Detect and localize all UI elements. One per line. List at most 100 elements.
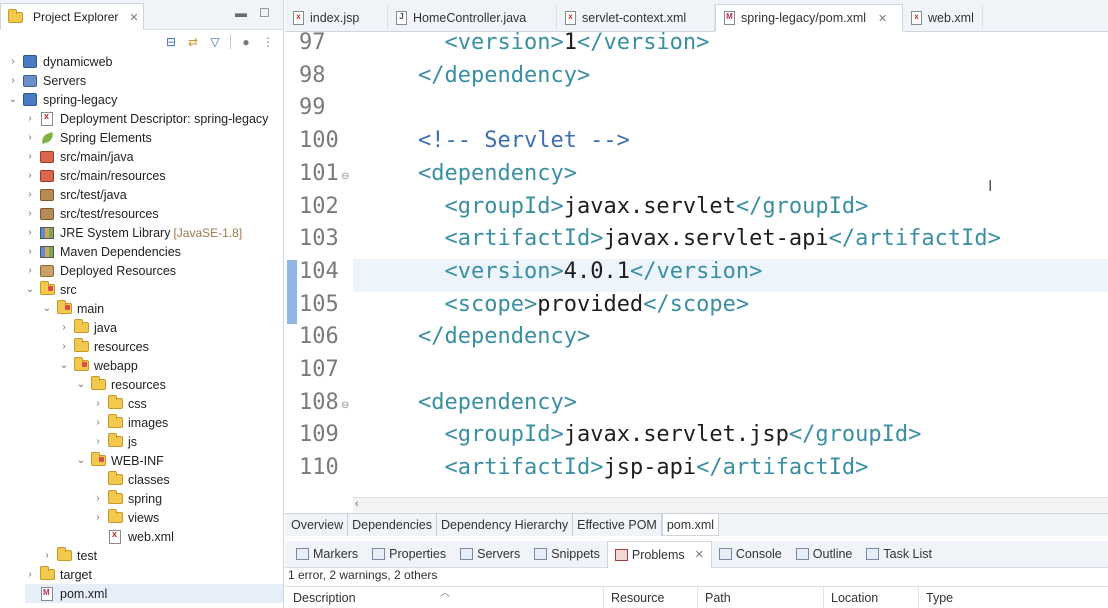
pom-editor-tab[interactable]: Effective POM [573,514,662,536]
tree-item[interactable]: › css [93,394,283,413]
chevron-down-icon[interactable]: ⌄ [76,455,86,466]
bottom-tab[interactable]: Console [712,541,789,568]
chevron-down-icon[interactable]: ⌄ [8,94,18,105]
pom-editor-tab[interactable]: Overview [287,514,349,536]
tree-item[interactable]: ⌄ webapp [59,356,283,375]
chevron-down-icon[interactable]: ⌄ [25,284,35,295]
scroll-left-icon[interactable]: ‹ [355,498,359,510]
column-header[interactable]: Description [293,591,356,605]
pom-editor-tab[interactable]: Dependency Hierarchy [437,514,574,536]
tree-item[interactable]: › src/main/java [25,147,283,166]
tree-item[interactable]: › dynamicweb [8,52,283,71]
column-header[interactable]: Resource [611,591,665,605]
chevron-down-icon[interactable]: ⌄ [42,303,52,314]
tree-item[interactable]: › js [93,432,283,451]
link-with-editor-icon[interactable]: ⇄ [186,35,200,49]
editor-tab[interactable]: J HomeController.java [388,4,557,32]
fold-toggle-icon[interactable]: ⊖ [341,400,349,411]
tree-item[interactable]: ⌄ spring-legacy [8,90,283,109]
chevron-right-icon[interactable]: › [25,208,35,219]
project-explorer-tab[interactable]: Project Explorer ✕ [0,3,144,30]
editor-tab[interactable]: x index.jsp [285,4,388,32]
tree-item[interactable]: › src/main/resources [25,166,283,185]
chevron-right-icon[interactable]: › [25,227,35,238]
tree-item[interactable]: ⌄ main [42,299,283,318]
tree-item[interactable]: › views [93,508,283,527]
tree-item[interactable]: › Servers [8,71,283,90]
chevron-right-icon[interactable]: › [25,569,35,580]
column-header[interactable]: Path [705,591,731,605]
chevron-right-icon[interactable]: › [93,417,103,428]
tree-item[interactable]: pom.xml [25,584,283,603]
tree-item[interactable]: › target [25,565,283,584]
close-icon[interactable]: ✕ [878,12,887,25]
pom-editor-tab[interactable]: pom.xml [661,514,720,536]
chevron-right-icon[interactable]: › [93,398,103,409]
chevron-right-icon[interactable]: › [25,151,35,162]
chevron-right-icon[interactable]: › [25,132,35,143]
chevron-right-icon[interactable]: › [25,189,35,200]
chevron-right-icon[interactable]: › [8,56,18,67]
tree-item[interactable]: › src/test/resources [25,204,283,223]
minimize-icon[interactable]: ▬ [235,6,247,20]
chevron-right-icon[interactable]: › [25,170,35,181]
folder-icon [73,319,89,335]
maximize-icon[interactable]: ☐ [259,6,270,20]
tree-item-label: src [60,282,77,297]
tree-item[interactable]: ⌄ src [25,280,283,299]
tree-item[interactable]: ⌄ resources [76,375,283,394]
chevron-right-icon[interactable]: › [25,246,35,257]
xml-file-icon: x [911,11,922,25]
focus-icon[interactable]: ● [239,35,253,49]
column-divider [603,587,604,608]
column-header[interactable]: Location [831,591,878,605]
filter-icon[interactable]: ▽ [208,35,222,49]
pom-editor-tab[interactable]: Dependencies [348,514,438,536]
tree-item[interactable]: › Maven Dependencies [25,242,283,261]
tree-item[interactable]: › java [59,318,283,337]
chevron-right-icon[interactable]: › [59,322,69,333]
tree-item[interactable]: › src/test/java [25,185,283,204]
editor-tab[interactable]: x servlet-context.xml [557,4,715,32]
line-number: 100 [299,128,339,154]
tree-item[interactable]: › Deployed Resources [25,261,283,280]
chevron-right-icon[interactable]: › [93,512,103,523]
chevron-right-icon[interactable]: › [93,436,103,447]
tree-item[interactable]: › Deployment Descriptor: spring-legacy [25,109,283,128]
chevron-right-icon[interactable]: › [93,493,103,504]
chevron-down-icon[interactable]: ⌄ [59,360,69,371]
tree-item[interactable]: web.xml [93,527,283,546]
tree-item[interactable]: classes [93,470,283,489]
tree-item[interactable]: ⌄ WEB-INF [76,451,283,470]
editor-tab[interactable]: Mspring-legacy/pom.xml ✕ [715,4,903,32]
bottom-tab[interactable]: Markers [289,541,365,568]
tree-item[interactable]: › resources [59,337,283,356]
chevron-down-icon[interactable]: ⌄ [76,379,86,390]
collapse-all-icon[interactable]: ⊟ [164,35,178,49]
column-header[interactable]: Type [926,591,953,605]
tree-item[interactable]: › JRE System Library [JavaSE-1.8] [25,223,283,242]
tree-item[interactable]: › test [42,546,283,565]
tree-item[interactable]: › spring [93,489,283,508]
editor-tab[interactable]: x web.xml [903,4,983,32]
fold-toggle-icon[interactable]: ⊖ [341,171,349,182]
view-menu-icon[interactable]: ⋮ [261,35,275,49]
bottom-tab[interactable]: Problems ✕ [606,540,712,568]
close-icon[interactable]: ✕ [695,548,704,561]
chevron-right-icon[interactable]: › [42,550,52,561]
horizontal-scrollbar[interactable]: ‹ [353,497,1108,513]
tree-item[interactable]: › Spring Elements [25,128,283,147]
tree-item-label: WEB-INF [111,453,164,468]
chevron-right-icon[interactable]: › [25,265,35,276]
close-icon[interactable]: ✕ [129,11,138,24]
bottom-tab[interactable]: Properties [365,541,453,568]
chevron-right-icon[interactable]: › [25,113,35,124]
bottom-tab[interactable]: Snippets [527,541,607,568]
bottom-tab[interactable]: Outline [789,541,860,568]
bottom-tab[interactable]: Task List [859,541,939,568]
xml-source-editor[interactable]: I 97 <version>1</version> 98 </dependency> 9… [285,32,1108,497]
chevron-right-icon[interactable]: › [59,341,69,352]
tree-item[interactable]: › images [93,413,283,432]
chevron-right-icon[interactable]: › [8,75,18,86]
bottom-tab[interactable]: Servers [453,541,527,568]
